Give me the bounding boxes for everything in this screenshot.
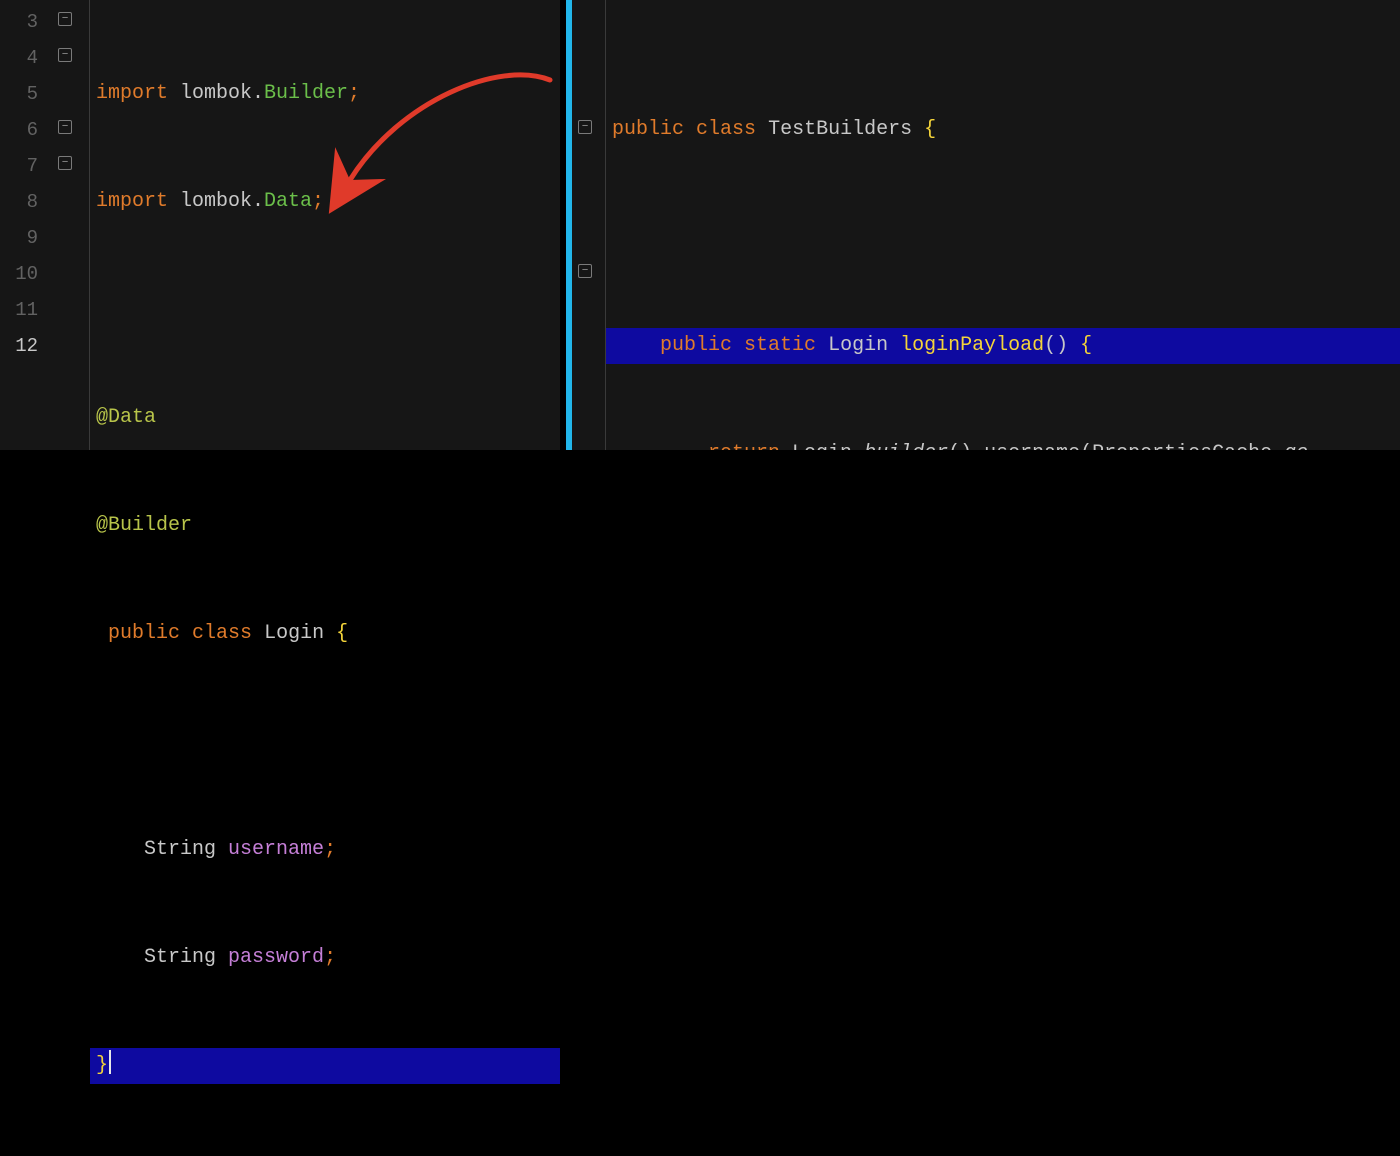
line-number[interactable]: 11 (0, 292, 38, 328)
fold-gutter[interactable] (572, 0, 606, 450)
gutter-line-numbers[interactable]: 3 4 5 6 7 8 9 10 11 12 (0, 0, 48, 450)
line-number[interactable]: 12 (0, 328, 38, 364)
line-number[interactable]: 10 (0, 256, 38, 292)
code-line[interactable]: import lombok.Data; (90, 184, 560, 220)
text-caret (109, 1050, 111, 1074)
line-number[interactable]: 6 (0, 112, 38, 148)
line-number[interactable]: 5 (0, 76, 38, 112)
line-number[interactable]: 8 (0, 184, 38, 220)
code-line[interactable] (606, 220, 1400, 256)
editor-pane-left[interactable]: 3 4 5 6 7 8 9 10 11 12 import lombok.Bui… (0, 0, 560, 450)
fold-gutter[interactable] (48, 0, 90, 450)
editor-split: 3 4 5 6 7 8 9 10 11 12 import lombok.Bui… (0, 0, 1400, 450)
code-line[interactable]: String username; (90, 832, 560, 868)
code-line[interactable] (90, 724, 560, 760)
code-line[interactable]: @Builder (90, 508, 560, 544)
fold-toggle-icon[interactable] (578, 264, 592, 278)
editor-pane-right[interactable]: public class TestBuilders { public stati… (566, 0, 1400, 450)
code-area-left[interactable]: import lombok.Builder; import lombok.Dat… (90, 0, 560, 450)
line-number[interactable]: 9 (0, 220, 38, 256)
fold-toggle-icon[interactable] (58, 120, 72, 134)
line-number[interactable]: 4 (0, 40, 38, 76)
fold-toggle-icon[interactable] (58, 12, 72, 26)
code-line[interactable]: String password; (90, 940, 560, 976)
code-line[interactable] (90, 292, 560, 328)
code-area-right[interactable]: public class TestBuilders { public stati… (606, 0, 1400, 450)
fold-toggle-icon[interactable] (58, 48, 72, 62)
fold-toggle-icon[interactable] (58, 156, 72, 170)
code-line[interactable]: public class TestBuilders { (606, 76, 1400, 148)
code-line-current[interactable]: public static Login loginPayload() { (606, 328, 1400, 364)
code-line[interactable]: return Login.builder().username(Properti… (606, 436, 1400, 450)
code-line[interactable]: import lombok.Builder; (90, 76, 560, 112)
code-line[interactable]: public class Login { (90, 616, 560, 652)
fold-toggle-icon[interactable] (578, 120, 592, 134)
code-line[interactable]: @Data (90, 400, 560, 436)
line-number[interactable]: 7 (0, 148, 38, 184)
line-number[interactable]: 3 (0, 4, 38, 40)
code-line-current[interactable]: } (90, 1048, 560, 1084)
